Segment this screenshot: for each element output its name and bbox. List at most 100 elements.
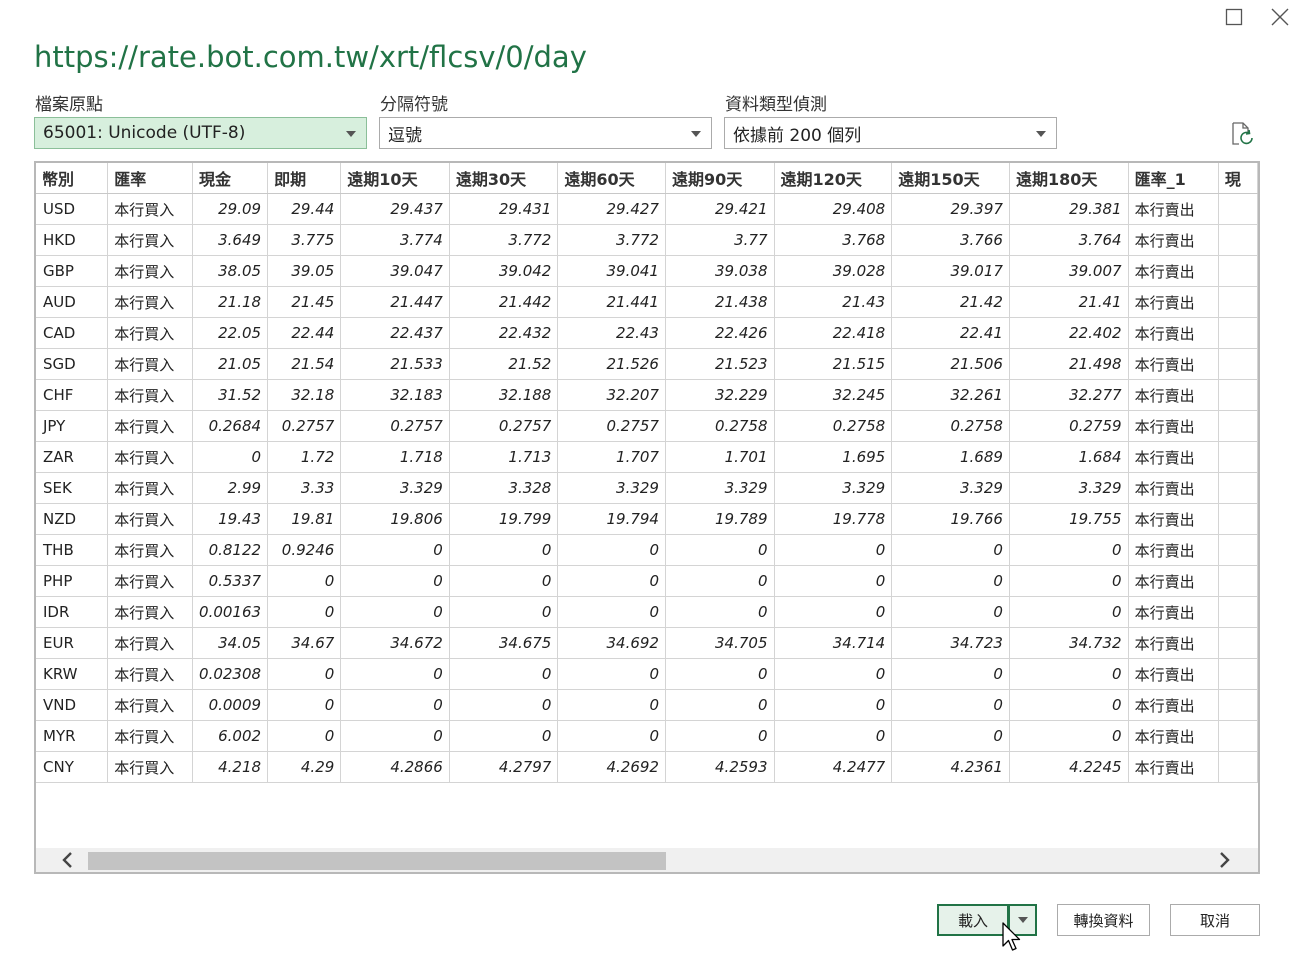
table-cell: 3.766 [891, 224, 1010, 256]
table-cell [1218, 410, 1258, 442]
table-cell: 本行買入 [107, 658, 194, 690]
table-cell: 0 [774, 596, 893, 628]
table-cell: EUR [36, 627, 109, 659]
column-header[interactable]: 遠期30天 [449, 163, 559, 194]
file-origin-value: 65001: Unicode (UTF-8) [43, 123, 246, 143]
column-header[interactable]: 現 [1218, 163, 1258, 194]
file-origin-label: 檔案原點 [35, 95, 103, 115]
transform-data-button[interactable]: 轉換資料 [1057, 904, 1150, 936]
table-cell: 29.427 [557, 193, 666, 225]
table-cell: GBP [36, 255, 109, 287]
close-button[interactable] [1266, 4, 1294, 30]
table-cell: 本行買入 [107, 534, 194, 566]
table-cell: VND [36, 689, 109, 721]
table-cell: 4.2866 [340, 751, 450, 783]
table-cell: 3.329 [1009, 472, 1129, 504]
table-row: MYR 本行買入 6.002 0 0 0 0 0 0 0 0 本行賣出 [36, 720, 1258, 752]
column-header[interactable]: 幣別 [36, 163, 109, 194]
table-cell: 3.329 [340, 472, 450, 504]
data-preview-grid[interactable]: 幣別 匯率 現金 即期 遠期10天 遠期30天 遠期60天 遠期90天 遠期120天 遠期150天… [34, 161, 1260, 874]
table-cell: 本行賣出 [1128, 751, 1219, 783]
column-header[interactable]: 遠期10天 [340, 163, 450, 194]
table-row: JPY 本行買入 0.2684 0.2757 0.2757 0.2757 0.2757 0.2… [36, 410, 1258, 442]
table-cell: 19.799 [449, 503, 559, 535]
table-cell: 39.017 [891, 255, 1010, 287]
table-cell: 22.402 [1009, 317, 1129, 349]
table-cell: 本行買入 [107, 410, 194, 442]
table-cell: 0.2758 [891, 410, 1010, 442]
column-header[interactable]: 遠期60天 [557, 163, 666, 194]
table-cell: 32.245 [774, 379, 893, 411]
table-cell: 本行買入 [107, 503, 194, 535]
table-cell: 3.772 [449, 224, 559, 256]
table-cell: 39.047 [340, 255, 450, 287]
table-cell: 0 [340, 689, 450, 721]
column-header[interactable]: 遠期90天 [665, 163, 775, 194]
table-cell: 34.672 [340, 627, 450, 659]
table-cell: 0 [557, 720, 666, 752]
table-cell: 32.229 [665, 379, 775, 411]
table-cell: 0.2757 [449, 410, 559, 442]
table-cell: 0 [665, 720, 775, 752]
table-cell: 21.42 [891, 286, 1010, 318]
column-header[interactable]: 遠期120天 [774, 163, 893, 194]
load-button[interactable]: 載入 [937, 904, 1009, 936]
cancel-button[interactable]: 取消 [1170, 904, 1260, 936]
delimiter-select[interactable]: 逗號 [379, 117, 712, 149]
table-cell: 3.764 [1009, 224, 1129, 256]
table-cell: 0 [774, 534, 893, 566]
table-cell: 0 [891, 689, 1010, 721]
table-cell [1218, 317, 1258, 349]
table-cell: 本行賣出 [1128, 627, 1219, 659]
table-cell [1218, 379, 1258, 411]
table-cell: 本行賣出 [1128, 317, 1219, 349]
table-cell: 0 [557, 658, 666, 690]
table-cell: 21.533 [340, 348, 450, 380]
scrollbar-thumb[interactable] [88, 852, 666, 870]
scroll-right-button[interactable] [1212, 848, 1236, 872]
column-header[interactable]: 現金 [192, 163, 269, 194]
table-cell: 本行賣出 [1128, 658, 1219, 690]
table-cell: 0 [340, 658, 450, 690]
maximize-button[interactable] [1220, 4, 1248, 30]
table-cell: 0 [891, 658, 1010, 690]
refresh-icon [1232, 122, 1253, 145]
table-cell: AUD [36, 286, 109, 318]
column-header[interactable]: 匯率 [107, 163, 194, 194]
column-header[interactable]: 匯率_1 [1128, 163, 1219, 194]
table-cell: 0 [891, 596, 1010, 628]
scroll-left-button[interactable] [56, 848, 80, 872]
table-cell: 1.695 [774, 441, 893, 473]
refresh-button[interactable] [1228, 120, 1256, 148]
table-cell: 本行賣出 [1128, 441, 1219, 473]
table-cell [1218, 503, 1258, 535]
table-cell: 0 [774, 720, 893, 752]
table-cell: 本行賣出 [1128, 193, 1219, 225]
file-origin-select[interactable]: 65001: Unicode (UTF-8) [34, 117, 367, 149]
chevron-left-icon [62, 852, 72, 868]
close-icon [1271, 8, 1289, 26]
horizontal-scrollbar[interactable] [36, 848, 1258, 872]
column-header[interactable]: 遠期180天 [1009, 163, 1129, 194]
table-cell: 4.2245 [1009, 751, 1129, 783]
column-header[interactable]: 即期 [267, 163, 342, 194]
table-cell: 0 [449, 689, 559, 721]
table-cell: 0 [267, 596, 342, 628]
table-cell: 34.723 [891, 627, 1010, 659]
table-cell: 21.523 [665, 348, 775, 380]
table-cell: 21.41 [1009, 286, 1129, 318]
type-detection-select[interactable]: 依據前 200 個列 [724, 117, 1057, 149]
table-cell: 32.183 [340, 379, 450, 411]
table-cell: 0.00163 [192, 596, 269, 628]
table-cell: 本行買入 [107, 193, 194, 225]
table-cell: 3.772 [557, 224, 666, 256]
table-cell: 0.2684 [192, 410, 269, 442]
column-header[interactable]: 遠期150天 [891, 163, 1010, 194]
table-cell: 0 [891, 565, 1010, 597]
table-row: ZAR 本行買入 0 1.72 1.718 1.713 1.707 1.701 1.695 1.6… [36, 441, 1258, 473]
table-cell: 21.45 [267, 286, 342, 318]
table-cell: 4.2593 [665, 751, 775, 783]
table-cell: 21.438 [665, 286, 775, 318]
table-cell: 0 [192, 441, 269, 473]
table-row: CHF 本行買入 31.52 32.18 32.183 32.188 32.207 32.22… [36, 379, 1258, 411]
